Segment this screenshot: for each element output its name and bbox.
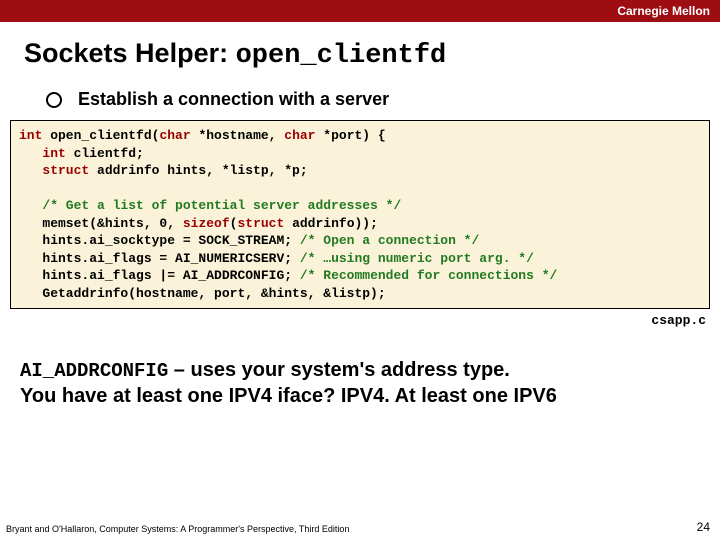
title-code: open_clientfd — [236, 41, 447, 71]
code-line: int open_clientfd(char *hostname, char *… — [19, 127, 701, 145]
code-line: /* Get a list of potential server addres… — [19, 197, 701, 215]
page-number: 24 — [697, 520, 710, 534]
code-line: memset(&hints, 0, sizeof(struct addrinfo… — [19, 215, 701, 233]
note-line1: uses your system's address type. — [190, 359, 509, 381]
top-brand-bar: Carnegie Mellon — [0, 0, 720, 22]
source-file-label: csapp.c — [0, 313, 706, 328]
bullet-icon — [46, 92, 62, 108]
code-line — [19, 180, 701, 198]
code-block: int open_clientfd(char *hostname, char *… — [10, 120, 710, 309]
code-line: hints.ai_socktype = SOCK_STREAM; /* Open… — [19, 232, 701, 250]
code-line: Getaddrinfo(hostname, port, &hints, &lis… — [19, 285, 701, 303]
bullet-row: Establish a connection with a server — [46, 89, 720, 110]
title-plain: Sockets Helper: — [24, 38, 236, 68]
note-line2: You have at least one IPV4 iface? IPV4. … — [20, 385, 557, 407]
note-code: AI_ADDRCONFIG — [20, 360, 168, 382]
footer-credit: Bryant and O'Hallaron, Computer Systems:… — [6, 524, 349, 534]
code-line: int clientfd; — [19, 145, 701, 163]
note-block: AI_ADDRCONFIG – uses your system's addre… — [20, 358, 720, 409]
brand-label: Carnegie Mellon — [617, 4, 710, 18]
code-line: hints.ai_flags = AI_NUMERICSERV; /* …usi… — [19, 250, 701, 268]
slide-title: Sockets Helper: open_clientfd — [24, 38, 720, 71]
code-line: hints.ai_flags |= AI_ADDRCONFIG; /* Reco… — [19, 267, 701, 285]
bullet-text: Establish a connection with a server — [78, 89, 389, 110]
code-line: struct addrinfo hints, *listp, *p; — [19, 162, 701, 180]
note-dash: – — [168, 359, 190, 381]
